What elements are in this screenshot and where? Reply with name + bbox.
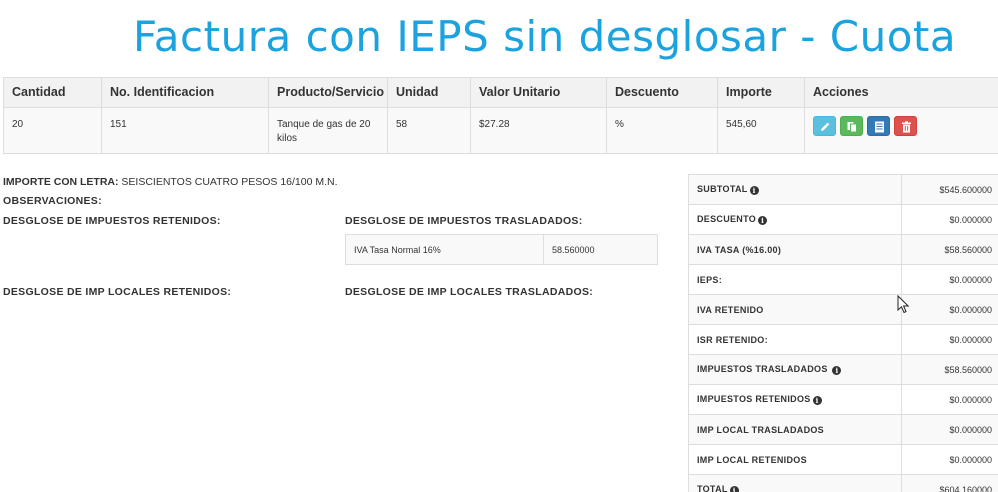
cell-cantidad: 20: [3, 107, 102, 154]
desglose-locales-trasladados-heading: DESGLOSE DE IMP LOCALES TRASLADADOS:: [345, 286, 594, 298]
totals-row-descuento: DESCUENTO i $0.000000: [688, 204, 998, 235]
iva-tasa-label: IVA TASA (%16.00): [688, 234, 902, 265]
items-table-header: Cantidad No. Identificacion Producto/Ser…: [3, 77, 998, 108]
desglose-locales-retenidos-heading: DESGLOSE DE IMP LOCALES RETENIDOS:: [3, 286, 232, 298]
col-importe: Importe: [717, 77, 805, 108]
totals-row-iva-tasa: IVA TASA (%16.00) $58.560000: [688, 234, 998, 265]
descuento-value: $0.000000: [901, 204, 998, 235]
imp-local-retenidos-value: $0.000000: [901, 444, 998, 475]
ieps-label: IEPS:: [688, 264, 902, 295]
info-icon[interactable]: i: [812, 396, 822, 405]
col-unidad: Unidad: [387, 77, 471, 108]
iva-retenido-value: $0.000000: [901, 294, 998, 325]
trasladado-amount: 58.560000: [543, 234, 658, 265]
cell-valor-unitario: $27.28: [470, 107, 607, 154]
iva-tasa-value: $58.560000: [901, 234, 998, 265]
pencil-icon: [821, 122, 830, 131]
cell-unidad: 58: [387, 107, 471, 154]
subtotal-label: SUBTOTAL: [697, 184, 748, 194]
cell-importe: 545,60: [717, 107, 805, 154]
impuestos-trasladados-value: $58.560000: [901, 354, 998, 385]
list-icon: [875, 121, 884, 133]
totals-table: SUBTOTAL i $545.600000 DESCUENTO i $0.0000…: [688, 174, 998, 492]
totals-row-subtotal: SUBTOTAL i $545.600000: [688, 174, 998, 205]
trasladados-table: IVA Tasa Normal 16% 58.560000: [345, 234, 658, 265]
importe-con-letra-label: IMPORTE CON LETRA:: [3, 176, 119, 188]
cell-no-identificacion: 151: [101, 107, 269, 154]
cell-descuento: %: [606, 107, 718, 154]
descuento-label: DESCUENTO: [697, 214, 757, 224]
copy-button[interactable]: [840, 116, 863, 136]
col-cantidad: Cantidad: [3, 77, 102, 108]
trash-icon: [902, 121, 911, 133]
col-valor-unitario: Valor Unitario: [470, 77, 607, 108]
totals-row-impuestos-trasladados: IMPUESTOS TRASLADADOS i $58.560000: [688, 354, 998, 385]
totals-row-isr-retenido: ISR RETENIDO: $0.000000: [688, 324, 998, 355]
cell-producto: Tanque de gas de 20 kilos: [268, 107, 388, 154]
totals-row-iva-retenido: IVA RETENIDO $0.000000: [688, 294, 998, 325]
col-descuento: Descuento: [606, 77, 718, 108]
col-no-identificacion: No. Identificacion: [101, 77, 269, 108]
col-producto: Producto/Servicio: [268, 77, 388, 108]
cell-acciones: [804, 107, 998, 154]
ieps-value: $0.000000: [901, 264, 998, 295]
trasladado-name: IVA Tasa Normal 16%: [345, 234, 544, 265]
importe-con-letra: IMPORTE CON LETRA: SEISCIENTOS CUATRO PE…: [3, 176, 338, 188]
info-icon[interactable]: i: [729, 486, 739, 492]
imp-local-trasladados-label: IMP LOCAL TRASLADADOS: [688, 414, 902, 445]
detail-button[interactable]: [867, 116, 890, 136]
edit-button[interactable]: [813, 116, 836, 136]
totals-row-total: TOTAL i $604.160000: [688, 474, 998, 492]
info-icon[interactable]: i: [832, 366, 842, 375]
info-icon[interactable]: i: [758, 216, 768, 225]
subtotal-value: $545.600000: [901, 174, 998, 205]
impuestos-retenidos-value: $0.000000: [901, 384, 998, 415]
totals-row-impuestos-retenidos: IMPUESTOS RETENIDOS i $0.000000: [688, 384, 998, 415]
isr-retenido-label: ISR RETENIDO:: [688, 324, 902, 355]
iva-retenido-label: IVA RETENIDO: [688, 294, 902, 325]
delete-button[interactable]: [894, 116, 917, 136]
impuestos-retenidos-label: IMPUESTOS RETENIDOS: [697, 394, 811, 404]
table-row: 20 151 Tanque de gas de 20 kilos 58 $27.…: [3, 107, 998, 154]
copy-icon: [847, 122, 857, 133]
imp-local-trasladados-value: $0.000000: [901, 414, 998, 445]
mouse-pointer-icon: [897, 295, 910, 314]
total-label: TOTAL: [697, 484, 728, 492]
totals-row-imp-local-trasladados: IMP LOCAL TRASLADADOS $0.000000: [688, 414, 998, 445]
total-value: $604.160000: [901, 474, 998, 492]
page-banner-title: Factura con IEPS sin desglosar - Cuota: [133, 12, 957, 61]
desglose-trasladados-heading: DESGLOSE DE IMPUESTOS TRASLADADOS:: [345, 215, 583, 227]
importe-con-letra-value: SEISCIENTOS CUATRO PESOS 16/100 M.N.: [121, 176, 338, 188]
desglose-retenidos-heading: DESGLOSE DE IMPUESTOS RETENIDOS:: [3, 215, 221, 227]
totals-row-ieps: IEPS: $0.000000: [688, 264, 998, 295]
table-row: IVA Tasa Normal 16% 58.560000: [345, 234, 658, 265]
info-icon[interactable]: i: [749, 186, 759, 195]
isr-retenido-value: $0.000000: [901, 324, 998, 355]
observaciones-label: OBSERVACIONES:: [3, 195, 102, 207]
impuestos-trasladados-label: IMPUESTOS TRASLADADOS: [697, 364, 828, 374]
col-acciones: Acciones: [804, 77, 998, 108]
imp-local-retenidos-label: IMP LOCAL RETENIDOS: [688, 444, 902, 475]
items-table: Cantidad No. Identificacion Producto/Ser…: [3, 77, 998, 154]
totals-row-imp-local-retenidos: IMP LOCAL RETENIDOS $0.000000: [688, 444, 998, 475]
